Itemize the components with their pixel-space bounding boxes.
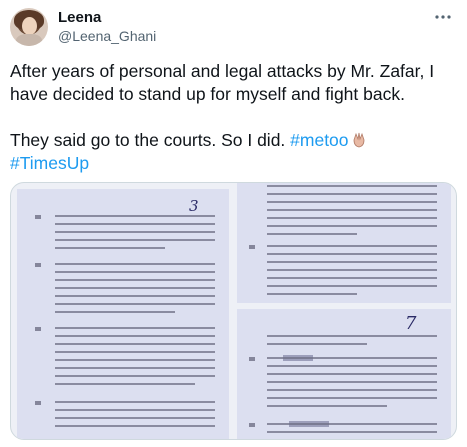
hashtag-timesup[interactable]: #TimesUp: [10, 153, 89, 173]
avatar[interactable]: [10, 8, 48, 46]
hashtag-metoo[interactable]: #metoo: [290, 130, 348, 150]
tweet-paragraph-2: They said go to the courts. So I did. #m…: [10, 129, 457, 175]
page-mark-7: 7: [405, 313, 417, 334]
tweet-sentence: They said go to the courts. So I did.: [10, 130, 291, 150]
document-page-left[interactable]: 3: [17, 189, 229, 439]
tweet-paragraph-1: After years of personal and legal attack…: [10, 61, 435, 104]
document-page-right-bottom[interactable]: 7: [237, 309, 451, 439]
user-handle[interactable]: @Leena_Ghani: [58, 28, 156, 44]
display-name[interactable]: Leena: [58, 9, 101, 26]
more-horizontal-icon[interactable]: [433, 10, 453, 24]
tweet-header: Leena @Leena_Ghani: [10, 8, 457, 48]
raised-hands-emoji-icon: [351, 131, 367, 149]
page-mark-3: 3: [189, 197, 199, 215]
tweet-text: After years of personal and legal attack…: [10, 60, 457, 175]
tweet-media[interactable]: 3 7: [10, 182, 457, 440]
document-page-right-top[interactable]: [237, 183, 451, 303]
